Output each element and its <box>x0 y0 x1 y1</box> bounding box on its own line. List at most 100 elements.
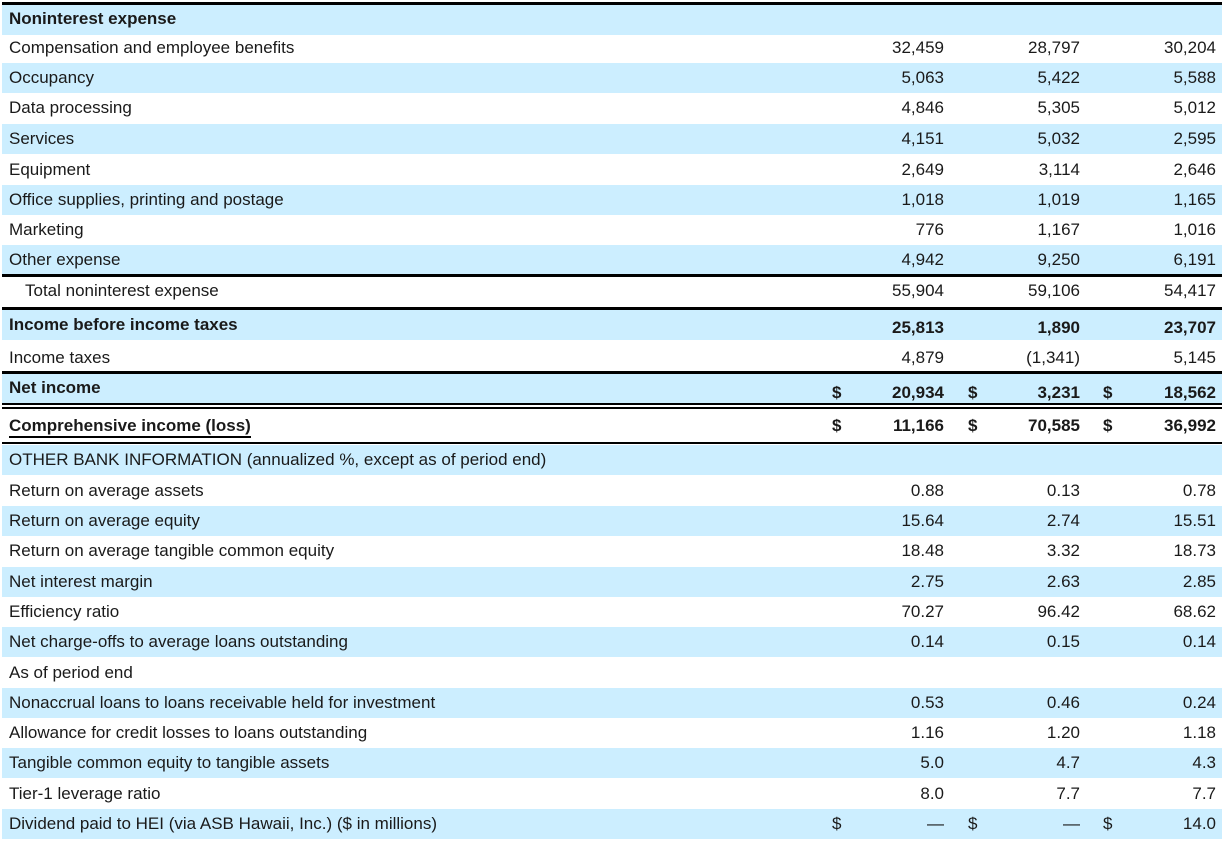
value-cell: 18.73 <box>1173 541 1216 560</box>
table-row: Other expense 4,942 9,250 6,191 <box>2 245 1222 275</box>
row-label: Data processing <box>9 98 132 117</box>
net-income-rule <box>2 371 1222 374</box>
value-cell: 0.78 <box>1182 481 1216 500</box>
value-cell: 5,032 <box>1037 129 1080 148</box>
table-row: Comprehensive income (loss) 11,166 $70,585… <box>2 410 1222 440</box>
value-cell: 1,018 <box>901 190 944 209</box>
value-cell: 2.75 <box>910 572 944 591</box>
row-label: Equipment <box>9 160 91 179</box>
table-row: Occupancy 5,063 5,422 5,588 <box>2 63 1222 93</box>
value-cell: 0.24 <box>1182 693 1216 712</box>
dollar-sign: $ <box>832 383 842 402</box>
value-cell: 20,934 <box>892 383 944 402</box>
value-cell: 1,890 <box>1037 318 1080 337</box>
dollar-sign: $ <box>968 416 978 435</box>
value-cell: 59,106 <box>1028 281 1080 300</box>
table-row: Marketing 776 1,167 1,016 <box>2 215 1222 245</box>
value-cell: 5,145 <box>1173 348 1216 367</box>
row-label: Dividend paid to HEI (via ASB Hawaii, In… <box>9 814 437 833</box>
value-cell: 2.74 <box>1046 511 1080 530</box>
value-cell: 11,166 <box>892 416 944 435</box>
table-row: Return on average assets 0.88 0.13 0.78 <box>2 476 1222 506</box>
table-row: Efficiency ratio 70.27 96.42 68.62 <box>2 597 1222 627</box>
subtotal-rule <box>2 274 1222 277</box>
value-cell: 0.14 <box>910 632 944 651</box>
row-label: Income taxes <box>9 348 111 367</box>
dollar-sign: $ <box>968 383 978 402</box>
value-cell: 0.53 <box>910 693 944 712</box>
value-cell: 2,646 <box>1173 160 1216 179</box>
table-row: Income before income taxes 25,813 1,890 23,… <box>2 310 1222 340</box>
table-row: Compensation and employee benefits 32,459… <box>2 33 1222 63</box>
row-label: Return on average tangible common equity <box>9 541 335 560</box>
value-cell: 8.0 <box>920 784 944 803</box>
dollar-sign: $ <box>1103 383 1113 402</box>
dollar-sign: $ <box>968 814 978 833</box>
table-row: OTHER BANK INFORMATION (annualized %, ex… <box>2 445 1222 475</box>
value-cell: 15.64 <box>901 511 944 530</box>
table-row: Net charge-offs to average loans outstan… <box>2 627 1222 657</box>
income-statement-table: Noninterest expense Compensation and empl… <box>0 0 1226 844</box>
value-cell: 5,063 <box>901 68 944 87</box>
value-cell: 6,191 <box>1173 250 1216 269</box>
row-label: Tangible common equity to tangible asset… <box>9 753 330 772</box>
value-cell: 1.20 <box>1046 723 1080 742</box>
value-cell: 4,846 <box>901 98 944 117</box>
value-cell: 4.7 <box>1056 753 1080 772</box>
value-cell: 5,305 <box>1037 98 1080 117</box>
value-cell: 36,992 <box>1164 416 1216 435</box>
value-cell: 7.7 <box>1056 784 1080 803</box>
table-row: Data processing 4,846 5,305 5,012 <box>2 93 1222 123</box>
value-cell: 55,904 <box>892 281 944 300</box>
value-cell: 28,797 <box>1028 38 1080 57</box>
row-label: OTHER BANK INFORMATION (annualized %, ex… <box>9 450 547 469</box>
value-cell: 1,167 <box>1037 220 1080 239</box>
double-rule <box>2 403 1222 405</box>
row-label: Net income <box>9 378 101 397</box>
row-label: Services <box>9 129 75 148</box>
value-cell: 3.32 <box>1046 541 1080 560</box>
value-cell: 1.18 <box>1182 723 1216 742</box>
row-label: Occupancy <box>9 68 95 87</box>
double-rule <box>2 407 1222 409</box>
table-row: Net interest margin 2.75 2.63 2.85 <box>2 567 1222 597</box>
value-cell: 1.16 <box>910 723 944 742</box>
value-cell: 7.7 <box>1192 784 1216 803</box>
value-cell: 9,250 <box>1037 250 1080 269</box>
row-label: Allowance for credit losses to loans out… <box>9 723 368 742</box>
value-cell: 0.13 <box>1046 481 1080 500</box>
value-cell: 2,595 <box>1173 129 1216 148</box>
table-row: Total noninterest expense 55,904 59,106 54,… <box>2 276 1222 306</box>
value-cell: — <box>1063 814 1080 833</box>
value-cell: 0.46 <box>1046 693 1080 712</box>
table-row: Allowance for credit losses to loans out… <box>2 718 1222 748</box>
value-cell: 68.62 <box>1173 602 1216 621</box>
row-label: Total noninterest expense <box>25 281 219 300</box>
row-label: Marketing <box>9 220 84 239</box>
row-label: Office supplies, printing and postage <box>9 190 284 209</box>
table-row: Noninterest expense <box>2 5 1222 35</box>
row-label: Tier-1 leverage ratio <box>9 784 161 803</box>
value-cell: 2,649 <box>901 160 944 179</box>
table-row: Net income 20,934 $3,231 $18,562 $ <box>2 373 1222 403</box>
value-cell: 1,165 <box>1173 190 1216 209</box>
value-cell: 776 <box>915 220 944 239</box>
value-cell: 30,204 <box>1164 38 1216 57</box>
row-label: Net interest margin <box>9 572 153 591</box>
dollar-sign: $ <box>1103 814 1113 833</box>
table-row: Tier-1 leverage ratio 8.0 7.7 7.7 <box>2 779 1222 809</box>
value-cell: 1,019 <box>1037 190 1080 209</box>
value-cell: 25,813 <box>892 318 944 337</box>
value-cell: 3,114 <box>1038 160 1080 179</box>
value-cell: 4,151 <box>901 129 944 148</box>
value-cell: 5,012 <box>1173 98 1216 117</box>
value-cell: 3,231 <box>1037 383 1080 402</box>
value-cell: 4,879 <box>901 348 944 367</box>
value-cell: 5.0 <box>920 753 944 772</box>
value-cell: 18.48 <box>901 541 944 560</box>
value-cell: 96.42 <box>1037 602 1080 621</box>
row-label: Compensation and employee benefits <box>9 38 295 57</box>
table-row: As of period end <box>2 658 1222 688</box>
top-rule <box>2 2 1222 5</box>
table-row: Nonaccrual loans to loans receivable hel… <box>2 688 1222 718</box>
